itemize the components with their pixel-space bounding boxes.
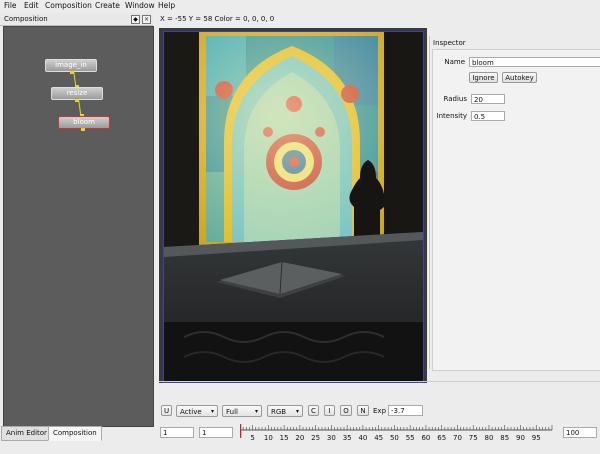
autokey-button[interactable]: Autokey <box>502 72 537 83</box>
mode-select[interactable]: Active ▾ <box>176 405 218 417</box>
timeline-tick-label: 55 <box>406 434 415 442</box>
channel-select[interactable]: RGB ▾ <box>267 405 303 417</box>
timeline-tick-label: 60 <box>421 434 430 442</box>
o-button[interactable]: O <box>340 405 352 416</box>
node-output-port[interactable] <box>81 128 85 131</box>
timeline-tick-label: 15 <box>280 434 289 442</box>
name-label: Name <box>444 58 465 66</box>
i-button[interactable]: I <box>324 405 335 416</box>
intensity-label: Intensity <box>436 112 467 120</box>
c-button[interactable]: C <box>308 405 319 416</box>
node-output-port[interactable] <box>75 99 79 102</box>
tab-composition[interactable]: Composition <box>48 426 102 441</box>
node-output-port[interactable] <box>70 71 74 74</box>
rendered-image <box>164 32 423 382</box>
image-viewer[interactable] <box>159 28 427 383</box>
inspector-panel: Inspector Name bloom Ignore Autokey Radi… <box>429 36 600 371</box>
menubar: File Edit Composition Create Window Help <box>0 0 600 12</box>
timeline-tick-label: 90 <box>516 434 525 442</box>
timeline-tick-label: 70 <box>453 434 462 442</box>
timeline-tick-label: 10 <box>264 434 273 442</box>
inspector-body: Name bloom Ignore Autokey Radius 20 Inte… <box>432 49 600 371</box>
current-frame-field[interactable]: 1 <box>199 427 233 438</box>
menu-edit[interactable]: Edit <box>24 1 39 10</box>
menu-help[interactable]: Help <box>158 1 175 10</box>
panel-tabs: Anim Editor Composition <box>0 426 153 441</box>
divider <box>159 381 600 382</box>
node-label: resize <box>66 89 88 97</box>
chevron-down-icon: ▾ <box>254 408 258 415</box>
radius-field[interactable]: 20 <box>471 94 505 104</box>
u-button[interactable]: U <box>161 405 172 416</box>
menu-composition[interactable]: Composition <box>45 1 92 10</box>
timeline-tick-label: 40 <box>358 434 367 442</box>
resolution-select[interactable]: Full ▾ <box>222 405 262 417</box>
node-graph[interactable]: image_in resize bloom <box>3 26 154 427</box>
timeline-tick-label: 20 <box>295 434 304 442</box>
ignore-button[interactable]: Ignore <box>469 72 498 83</box>
close-panel-icon[interactable]: × <box>142 15 151 24</box>
composition-panel-header: Composition ◆ × <box>0 13 153 26</box>
timeline-tick-label: 80 <box>485 434 494 442</box>
chevron-down-icon: ▾ <box>295 408 299 415</box>
timeline-tick-label: 65 <box>437 434 446 442</box>
float-panel-icon[interactable]: ◆ <box>131 15 140 24</box>
timeline-tick-label: 45 <box>374 434 383 442</box>
timeline-tick-label: 50 <box>390 434 399 442</box>
node-label: image_in <box>55 61 87 69</box>
end-frame-field[interactable]: 100 <box>563 427 597 438</box>
mode-select-value: Active <box>180 408 202 416</box>
pixel-readout: X = -55 Y = 58 Color = 0, 0, 0, 0 <box>160 15 275 23</box>
composition-panel-title: Composition <box>4 15 48 23</box>
menu-create[interactable]: Create <box>95 1 120 10</box>
intensity-field[interactable]: 0.5 <box>471 111 505 121</box>
viewer-canvas[interactable] <box>163 31 424 383</box>
chevron-down-icon: ▾ <box>210 408 214 415</box>
radius-label: Radius <box>443 95 467 103</box>
timeline-tick-label: 95 <box>532 434 541 442</box>
start-frame-field[interactable]: 1 <box>160 427 194 438</box>
timeline-tick-label: 25 <box>311 434 320 442</box>
exposure-field[interactable]: -3.7 <box>388 405 423 416</box>
name-field[interactable]: bloom <box>469 57 600 67</box>
timeline-tick-label: 35 <box>343 434 352 442</box>
node-label: bloom <box>73 118 95 126</box>
inspector-title: Inspector <box>433 39 466 47</box>
menu-file[interactable]: File <box>4 1 17 10</box>
timeline-ruler[interactable]: 5 10 15 20 25 30 35 40 45 50 55 60 65 70 75 80 85 90 95 <box>240 424 560 444</box>
resolution-select-value: Full <box>226 408 238 416</box>
timeline-tick-label: 75 <box>469 434 478 442</box>
n-button[interactable]: N <box>357 405 369 416</box>
timeline-tick-label: 85 <box>500 434 509 442</box>
exposure-label: Exp <box>373 407 387 415</box>
menu-window[interactable]: Window <box>125 1 155 10</box>
tab-anim-editor[interactable]: Anim Editor <box>1 426 52 441</box>
channel-select-value: RGB <box>271 408 287 416</box>
timeline-tick-label: 30 <box>327 434 336 442</box>
timeline-tick-label: 5 <box>250 434 254 442</box>
